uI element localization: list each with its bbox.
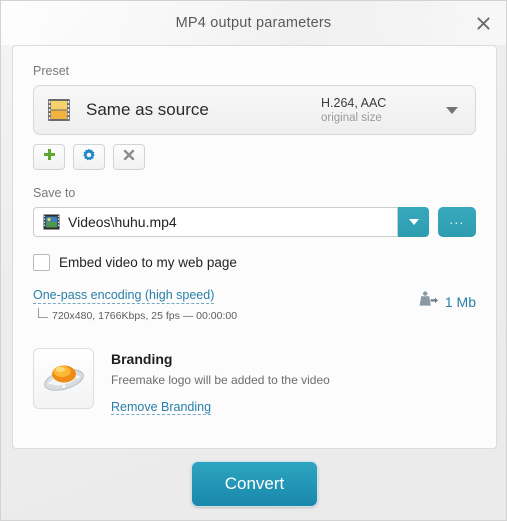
save-to-row: Videos\huhu.mp4 ... xyxy=(33,207,476,237)
save-path-dropdown-button[interactable] xyxy=(398,207,429,237)
branding-text: Branding Freemake logo will be added to … xyxy=(111,348,330,416)
filmstrip-icon xyxy=(46,98,72,122)
branding-title: Branding xyxy=(111,351,173,367)
video-file-icon xyxy=(43,214,60,230)
convert-button[interactable]: Convert xyxy=(191,461,318,507)
close-x-icon xyxy=(123,148,135,166)
chevron-down-icon xyxy=(408,219,419,225)
embed-video-label: Embed video to my web page xyxy=(59,255,237,270)
encoding-detail-row: 720x480, 1766Kbps, 25 fps — 00:00:00 xyxy=(33,308,476,322)
encoding-details: 720x480, 1766Kbps, 25 fps — 00:00:00 xyxy=(52,310,238,322)
encoding-mode-link[interactable]: One-pass encoding (high speed) xyxy=(33,288,215,304)
freemake-ufo-logo xyxy=(41,358,87,399)
save-path-input[interactable]: Videos\huhu.mp4 xyxy=(33,207,398,237)
weight-export-icon xyxy=(416,289,438,314)
preset-label: Preset xyxy=(33,64,70,78)
edit-preset-button[interactable] xyxy=(73,144,105,170)
add-preset-button[interactable] xyxy=(33,144,65,170)
preset-actions xyxy=(33,144,476,170)
tree-branch-icon xyxy=(38,308,48,318)
embed-video-row[interactable]: Embed video to my web page xyxy=(33,254,476,271)
title-bar: MP4 output parameters xyxy=(1,1,506,45)
preset-meta: H.264, AAC original size xyxy=(321,96,433,125)
output-size-group: 1 Mb xyxy=(416,289,476,314)
branding-logo-tile xyxy=(33,348,94,409)
footer: Convert xyxy=(1,461,507,507)
dialog-title: MP4 output parameters xyxy=(175,15,332,31)
delete-preset-button[interactable] xyxy=(113,144,145,170)
settings-card: Preset Same as source H.264, AAC origina… xyxy=(12,45,497,449)
mp4-output-parameters-dialog: MP4 output parameters Preset Same as sou… xyxy=(0,0,507,521)
output-filesize: 1 Mb xyxy=(444,293,476,310)
preset-size: original size xyxy=(321,111,382,124)
preset-name: Same as source xyxy=(86,100,209,119)
browse-button[interactable]: ... xyxy=(438,207,476,237)
branding-description: Freemake logo will be added to the video xyxy=(111,373,330,387)
close-icon xyxy=(476,16,491,31)
close-button[interactable] xyxy=(470,10,496,36)
preset-selector[interactable]: Same as source H.264, AAC original size xyxy=(33,85,476,135)
embed-video-checkbox[interactable] xyxy=(33,254,50,271)
remove-branding-link[interactable]: Remove Branding xyxy=(111,400,212,415)
encoding-block: One-pass encoding (high speed) 720x480, … xyxy=(33,286,476,328)
chevron-down-icon xyxy=(446,107,458,114)
branding-section: Branding Freemake logo will be added to … xyxy=(33,348,476,416)
gear-icon xyxy=(82,148,96,167)
save-path-value: Videos\huhu.mp4 xyxy=(68,214,177,230)
save-to-label: Save to xyxy=(33,186,76,200)
preset-codec: H.264, AAC xyxy=(321,95,387,110)
plus-icon xyxy=(43,148,56,166)
